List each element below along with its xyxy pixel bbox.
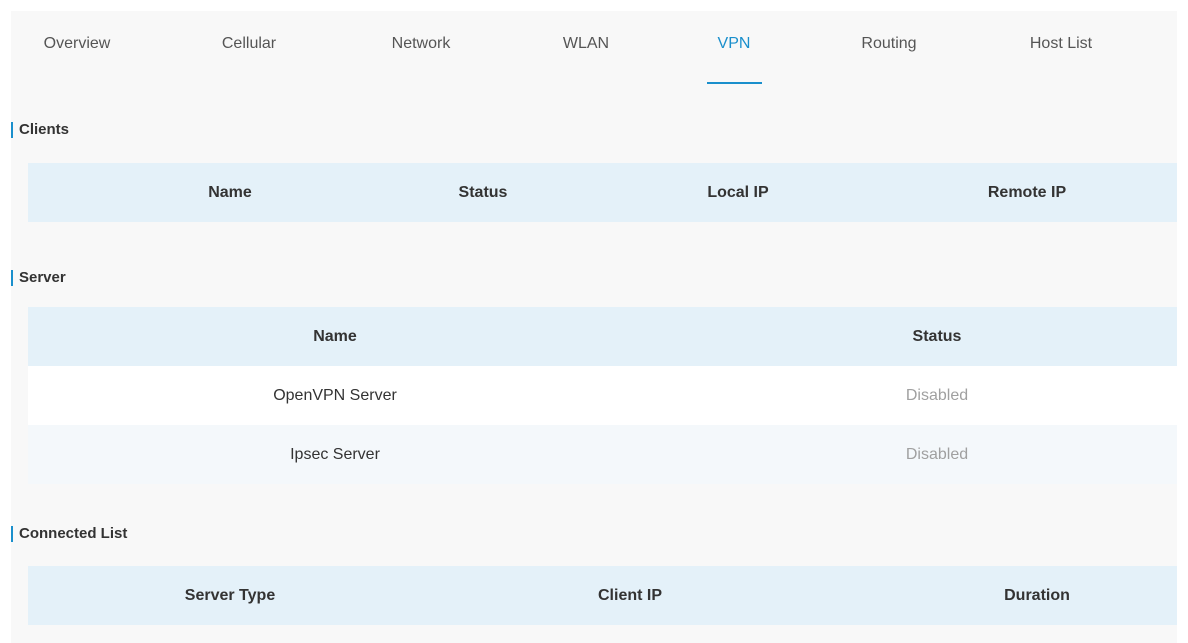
col-header-status: Status [458,184,508,201]
tab-routing[interactable]: Routing [861,11,916,77]
page-margin [1177,0,1188,643]
clients-table: Name Status Local IP Remote IP [28,163,1188,222]
clients-section-title: Clients [11,121,69,139]
server-section-title: Server [11,269,66,287]
tab-bar: Overview Cellular Network WLAN VPN Routi… [11,11,1188,84]
col-header-server-type: Server Type [184,587,276,604]
connected-list-section-title: Connected List [11,525,127,543]
col-header-name: Name [208,184,252,201]
col-header-status: Status [912,328,962,345]
col-header-local-ip: Local IP [707,184,769,201]
col-header-client-ip: Client IP [597,587,663,604]
clients-table-header: Name Status Local IP Remote IP [28,163,1188,222]
tab-vpn[interactable]: VPN [718,11,751,77]
server-status-cell: Disabled [905,387,969,404]
connected-list-table: Server Type Client IP Duration [28,566,1188,625]
active-tab-indicator [707,82,762,84]
vpn-status-panel: Overview Cellular Network WLAN VPN Routi… [11,11,1188,643]
server-name-cell: Ipsec Server [290,446,380,463]
server-table-header: Name Status [28,307,1188,366]
tab-network[interactable]: Network [392,11,451,77]
col-header-duration: Duration [1004,587,1070,604]
tab-host-list[interactable]: Host List [1030,11,1092,77]
server-table: Name Status OpenVPN Server Disabled Ipse… [28,307,1188,484]
table-row: OpenVPN Server Disabled [28,366,1188,425]
tab-wlan[interactable]: WLAN [563,11,609,77]
tab-overview[interactable]: Overview [44,11,111,77]
tab-cellular[interactable]: Cellular [222,11,276,77]
table-row: Ipsec Server Disabled [28,425,1188,484]
col-header-remote-ip: Remote IP [987,184,1067,201]
connected-list-table-header: Server Type Client IP Duration [28,566,1188,625]
server-name-cell: OpenVPN Server [273,387,397,404]
server-status-cell: Disabled [905,446,969,463]
col-header-name: Name [313,328,357,345]
